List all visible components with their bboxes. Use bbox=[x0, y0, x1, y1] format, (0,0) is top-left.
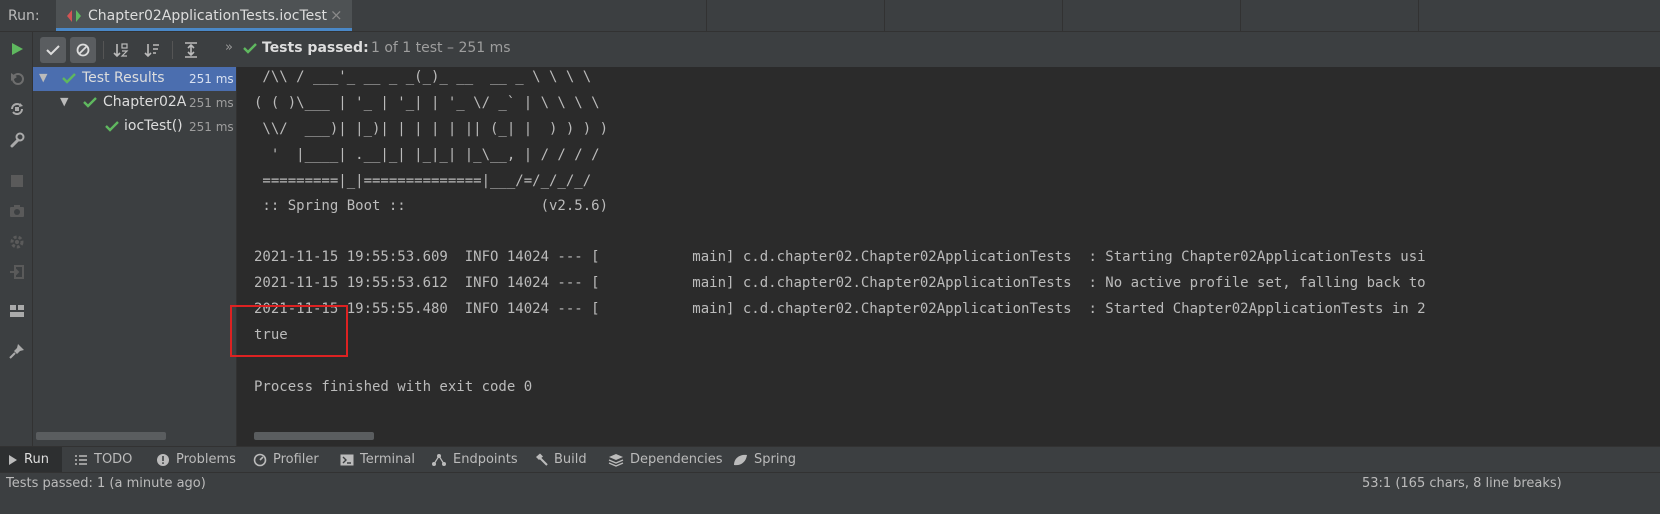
tree-row-duration: 251 ms bbox=[189, 120, 234, 134]
console-line: ' |____| .__|_| |_|_| |_\__, | / / / / bbox=[254, 147, 600, 163]
tab-problems[interactable]: Problems bbox=[148, 447, 244, 472]
profiler-icon bbox=[253, 453, 267, 466]
tab-label: Dependencies bbox=[630, 452, 723, 467]
more-actions-chevron-icon[interactable]: » bbox=[225, 40, 233, 55]
caret-position[interactable]: 53:1 (165 chars, 8 line breaks) bbox=[1362, 476, 1562, 491]
toolbar-divider bbox=[103, 41, 104, 59]
tree-row-duration: 251 ms bbox=[189, 96, 234, 110]
console-line: 2021-11-15 19:55:53.609 INFO 14024 --- [… bbox=[254, 249, 1426, 265]
run-tab-title: Chapter02ApplicationTests.iocTest bbox=[88, 8, 328, 24]
console-line: Process finished with exit code 0 bbox=[254, 379, 533, 395]
tab-endpoints[interactable]: Endpoints bbox=[423, 447, 526, 472]
sort-alpha-icon[interactable] bbox=[108, 37, 134, 63]
tab-label: Profiler bbox=[273, 452, 319, 467]
tab-todo[interactable]: TODO bbox=[66, 447, 140, 472]
layout-icon[interactable] bbox=[6, 300, 28, 322]
tab-label: Build bbox=[554, 452, 587, 467]
tab-label: Terminal bbox=[360, 452, 415, 467]
show-ignored-icon[interactable] bbox=[70, 37, 96, 63]
rerun-failed-icon[interactable] bbox=[6, 68, 28, 90]
tab-terminal[interactable]: Terminal bbox=[332, 447, 423, 472]
tab-label: Endpoints bbox=[453, 452, 518, 467]
list-icon bbox=[75, 454, 87, 465]
problems-icon bbox=[157, 453, 169, 466]
stop-icon[interactable] bbox=[6, 170, 28, 192]
tree-row-test-class[interactable]: ▼ Chapter02A 251 ms bbox=[33, 91, 236, 115]
spring-leaf-icon bbox=[734, 454, 747, 465]
header-divider bbox=[1418, 0, 1419, 32]
collapse-arrow-icon[interactable]: ▼ bbox=[39, 71, 47, 84]
header-divider bbox=[1240, 0, 1241, 32]
terminal-icon bbox=[340, 454, 354, 465]
exit-icon[interactable] bbox=[6, 261, 28, 283]
console-line: /\\ / ___'_ __ _ _(_)_ __ __ _ \ \ \ \ bbox=[254, 69, 592, 85]
passed-check-icon bbox=[62, 72, 76, 88]
close-tab-icon[interactable]: × bbox=[330, 6, 343, 24]
rerun-icon[interactable] bbox=[6, 38, 28, 60]
toolbar-divider bbox=[172, 41, 173, 59]
header-divider bbox=[884, 0, 885, 32]
run-label: Run: bbox=[8, 8, 40, 24]
console-line: ( ( )\___ | '_ | '_| | '_ \/ _` | \ \ \ … bbox=[254, 95, 600, 111]
tree-horizontal-scrollbar[interactable] bbox=[36, 432, 166, 440]
console-output[interactable]: /\\ / ___'_ __ _ _(_)_ __ __ _ \ \ \ \ (… bbox=[238, 67, 1660, 446]
tree-row-label: iocTest() bbox=[124, 118, 183, 134]
expand-all-icon[interactable] bbox=[178, 37, 204, 63]
camera-icon[interactable] bbox=[6, 200, 28, 222]
toggle-auto-test-icon[interactable] bbox=[6, 98, 28, 120]
tests-passed-label: Tests passed: bbox=[262, 40, 369, 56]
tab-label: Problems bbox=[176, 452, 236, 467]
hammer-icon bbox=[536, 453, 548, 466]
tab-run[interactable]: Run bbox=[0, 447, 62, 472]
pin-icon[interactable] bbox=[6, 340, 28, 362]
sort-duration-icon[interactable] bbox=[139, 37, 165, 63]
tree-row-test-method[interactable]: iocTest() 251 ms bbox=[33, 115, 236, 139]
tab-label: TODO bbox=[94, 452, 133, 467]
header-divider bbox=[1062, 0, 1063, 32]
wrench-icon[interactable] bbox=[6, 129, 28, 151]
test-config-icon bbox=[66, 9, 82, 27]
console-line: =========|_|==============|___/=/_/_/_/ bbox=[254, 173, 592, 189]
console-horizontal-scrollbar[interactable] bbox=[254, 432, 374, 440]
console-line: 2021-11-15 19:55:53.612 INFO 14024 --- [… bbox=[254, 275, 1426, 291]
red-highlight-box bbox=[230, 305, 348, 357]
tab-dependencies[interactable]: Dependencies bbox=[600, 447, 731, 472]
tab-build[interactable]: Build bbox=[526, 447, 595, 472]
tree-row-label: Chapter02A bbox=[103, 94, 187, 110]
console-line: \\/ ___)| |_)| | | | | || (_| | ) ) ) ) bbox=[254, 121, 609, 137]
tab-label: Run bbox=[24, 452, 49, 467]
endpoints-icon bbox=[432, 453, 446, 466]
tree-row-label: Test Results bbox=[82, 70, 165, 86]
console-line: 2021-11-15 19:55:55.480 INFO 14024 --- [… bbox=[254, 301, 1426, 317]
tool-window-tabs: Run TODO Problems Profiler Terminal Endp… bbox=[0, 446, 1660, 472]
header-divider bbox=[706, 0, 707, 32]
status-message[interactable]: Tests passed: 1 (a minute ago) bbox=[6, 476, 206, 491]
passed-check-icon bbox=[105, 120, 119, 136]
tests-summary-text: 1 of 1 test – 251 ms bbox=[371, 40, 511, 56]
tab-profiler[interactable]: Profiler bbox=[245, 447, 327, 472]
console-line: :: Spring Boot :: (v2.5.6) bbox=[254, 198, 609, 214]
passed-check-icon bbox=[243, 42, 257, 58]
dependencies-icon bbox=[608, 453, 624, 467]
tree-row-duration: 251 ms bbox=[189, 72, 234, 86]
tab-spring[interactable]: Spring bbox=[724, 447, 804, 472]
collapse-arrow-icon[interactable]: ▼ bbox=[60, 95, 68, 108]
show-passed-icon[interactable] bbox=[40, 37, 66, 63]
test-results-tree: ▼ Test Results 251 ms ▼ Chapter02A 251 m… bbox=[33, 67, 237, 446]
play-icon bbox=[9, 454, 17, 465]
gear-icon[interactable] bbox=[6, 231, 28, 253]
passed-check-icon bbox=[83, 96, 97, 112]
tab-label: Spring bbox=[754, 452, 796, 467]
tree-row-test-results[interactable]: ▼ Test Results 251 ms bbox=[33, 67, 236, 91]
